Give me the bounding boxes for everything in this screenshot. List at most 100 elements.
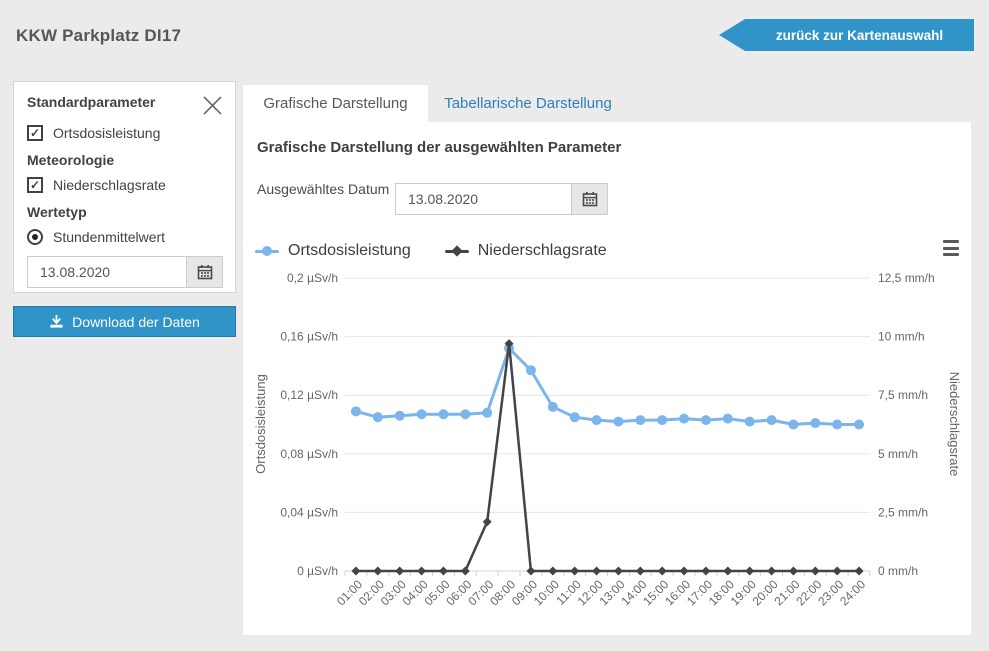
data-point-Ortsdosisleistung[interactable] bbox=[635, 415, 645, 425]
checkbox-label: Ortsdosisleistung bbox=[53, 125, 160, 141]
data-point-Niederschlagsrate[interactable] bbox=[614, 567, 623, 576]
data-point-Ortsdosisleistung[interactable] bbox=[548, 402, 558, 412]
back-to-map-button[interactable]: zurück zur Kartenauswahl bbox=[719, 19, 974, 51]
series-line-Niederschlagsrate bbox=[356, 344, 859, 571]
data-point-Ortsdosisleistung[interactable] bbox=[854, 420, 864, 430]
checkbox-checked-icon: ✓ bbox=[27, 177, 43, 193]
data-point-Ortsdosisleistung[interactable] bbox=[788, 420, 798, 430]
data-point-Niederschlagsrate[interactable] bbox=[548, 567, 557, 576]
data-point-Niederschlagsrate[interactable] bbox=[658, 567, 667, 576]
content-date-input[interactable] bbox=[395, 183, 572, 215]
data-point-Ortsdosisleistung[interactable] bbox=[438, 409, 448, 419]
checkbox-label: Niederschlagsrate bbox=[53, 177, 166, 193]
data-point-Ortsdosisleistung[interactable] bbox=[723, 414, 733, 424]
legend-item-ortsdosisleistung[interactable]: Ortsdosisleistung bbox=[255, 242, 411, 260]
series-line-Ortsdosisleistung bbox=[356, 348, 859, 424]
data-point-Niederschlagsrate[interactable] bbox=[811, 567, 820, 576]
data-point-Niederschlagsrate[interactable] bbox=[395, 567, 404, 576]
y-right-tick-label: 0 mm/h bbox=[878, 564, 918, 578]
y-left-tick-label: 0,04 µSv/h bbox=[280, 505, 338, 519]
line-diamond-marker-icon bbox=[445, 244, 469, 259]
data-point-Niederschlagsrate[interactable] bbox=[767, 567, 776, 576]
data-point-Ortsdosisleistung[interactable] bbox=[701, 415, 711, 425]
data-point-Niederschlagsrate[interactable] bbox=[592, 567, 601, 576]
y-right-tick-label: 12,5 mm/h bbox=[878, 271, 935, 285]
radio-label: Stundenmittelwert bbox=[53, 229, 165, 245]
y-right-tick-label: 2,5 mm/h bbox=[878, 505, 928, 519]
legend-label: Ortsdosisleistung bbox=[288, 242, 411, 260]
chart-legend: Ortsdosisleistung Niederschlagsrate bbox=[255, 242, 607, 260]
line-circle-marker-icon bbox=[255, 244, 279, 259]
tab-grafische-darstellung[interactable]: Grafische Darstellung bbox=[243, 85, 428, 122]
data-point-Niederschlagsrate[interactable] bbox=[833, 567, 842, 576]
data-point-Ortsdosisleistung[interactable] bbox=[395, 411, 405, 421]
value-type-heading: Wertetyp bbox=[27, 204, 223, 220]
data-point-Ortsdosisleistung[interactable] bbox=[679, 414, 689, 424]
download-data-button[interactable]: Download der Daten bbox=[13, 306, 236, 337]
data-point-Ortsdosisleistung[interactable] bbox=[417, 409, 427, 419]
y-left-tick-label: 0,08 µSv/h bbox=[280, 447, 338, 461]
data-point-Niederschlagsrate[interactable] bbox=[570, 567, 579, 576]
data-point-Ortsdosisleistung[interactable] bbox=[657, 415, 667, 425]
data-point-Niederschlagsrate[interactable] bbox=[723, 567, 732, 576]
data-point-Ortsdosisleistung[interactable] bbox=[482, 408, 492, 418]
sidebar-calendar-button[interactable] bbox=[187, 256, 223, 288]
radio-selected-icon bbox=[27, 229, 43, 245]
data-point-Ortsdosisleistung[interactable] bbox=[613, 417, 623, 427]
data-point-Ortsdosisleistung[interactable] bbox=[570, 412, 580, 422]
checkbox-ortsdosisleistung[interactable]: ✓ Ortsdosisleistung bbox=[27, 125, 223, 141]
data-point-Ortsdosisleistung[interactable] bbox=[832, 420, 842, 430]
data-point-Niederschlagsrate[interactable] bbox=[461, 567, 470, 576]
data-point-Niederschlagsrate[interactable] bbox=[351, 567, 360, 576]
sidebar-date-input[interactable] bbox=[27, 256, 187, 288]
legend-item-niederschlagsrate[interactable]: Niederschlagsrate bbox=[445, 242, 607, 260]
radio-stundenmittelwert[interactable]: Stundenmittelwert bbox=[27, 229, 223, 245]
close-icon bbox=[202, 95, 223, 116]
y-left-tick-label: 0 µSv/h bbox=[297, 564, 338, 578]
data-point-Ortsdosisleistung[interactable] bbox=[460, 409, 470, 419]
y-left-axis-title: Ortsdosisleistung bbox=[253, 374, 268, 474]
chart-context-menu-icon[interactable] bbox=[941, 239, 961, 257]
download-button-label: Download der Daten bbox=[72, 314, 200, 330]
data-point-Niederschlagsrate[interactable] bbox=[636, 567, 645, 576]
checkbox-niederschlagsrate[interactable]: ✓ Niederschlagsrate bbox=[27, 177, 223, 193]
y-left-tick-label: 0,2 µSv/h bbox=[287, 271, 338, 285]
download-icon bbox=[49, 314, 64, 329]
close-panel-button[interactable] bbox=[202, 95, 223, 116]
data-point-Ortsdosisleistung[interactable] bbox=[767, 415, 777, 425]
data-point-Ortsdosisleistung[interactable] bbox=[745, 417, 755, 427]
data-point-Niederschlagsrate[interactable] bbox=[701, 567, 710, 576]
data-point-Niederschlagsrate[interactable] bbox=[483, 517, 492, 526]
panel-title: Standardparameter bbox=[27, 94, 155, 110]
calendar-icon bbox=[582, 191, 598, 207]
y-left-tick-label: 0,16 µSv/h bbox=[280, 330, 338, 344]
data-point-Ortsdosisleistung[interactable] bbox=[373, 412, 383, 422]
selected-date-label: Ausgewähltes Datum bbox=[257, 181, 389, 197]
page: KKW Parkplatz DI17 zurück zur Kartenausw… bbox=[0, 0, 989, 651]
data-point-Niederschlagsrate[interactable] bbox=[855, 567, 864, 576]
legend-label: Niederschlagsrate bbox=[478, 242, 607, 260]
y-right-axis-title: Niederschlagsrate bbox=[947, 372, 962, 477]
data-point-Niederschlagsrate[interactable] bbox=[373, 567, 382, 576]
data-point-Ortsdosisleistung[interactable] bbox=[526, 365, 536, 375]
data-point-Ortsdosisleistung[interactable] bbox=[592, 415, 602, 425]
meteorology-heading: Meteorologie bbox=[27, 152, 223, 168]
parameter-panel: Standardparameter ✓ Ortsdosisleistung Me… bbox=[13, 81, 236, 293]
y-right-tick-label: 5 mm/h bbox=[878, 447, 918, 461]
tab-tabellarische-darstellung[interactable]: Tabellarische Darstellung bbox=[428, 85, 628, 122]
y-right-tick-label: 10 mm/h bbox=[878, 330, 925, 344]
data-point-Niederschlagsrate[interactable] bbox=[439, 567, 448, 576]
y-right-tick-label: 7,5 mm/h bbox=[878, 388, 928, 402]
checkbox-checked-icon: ✓ bbox=[27, 125, 43, 141]
data-point-Niederschlagsrate[interactable] bbox=[417, 567, 426, 576]
data-point-Niederschlagsrate[interactable] bbox=[789, 567, 798, 576]
data-point-Niederschlagsrate[interactable] bbox=[745, 567, 754, 576]
x-tick-label: 24:00 bbox=[837, 577, 868, 608]
data-point-Niederschlagsrate[interactable] bbox=[680, 567, 689, 576]
data-point-Ortsdosisleistung[interactable] bbox=[810, 418, 820, 428]
chart: 0 µSv/h 0 mm/h 0,04 µSv/h 2,5 mm/h 0,08 µSv/… bbox=[243, 220, 971, 635]
content-calendar-button[interactable] bbox=[572, 183, 608, 215]
data-point-Ortsdosisleistung[interactable] bbox=[351, 406, 361, 416]
content-heading: Grafische Darstellung der ausgewählten P… bbox=[257, 139, 621, 156]
data-point-Niederschlagsrate[interactable] bbox=[526, 567, 535, 576]
